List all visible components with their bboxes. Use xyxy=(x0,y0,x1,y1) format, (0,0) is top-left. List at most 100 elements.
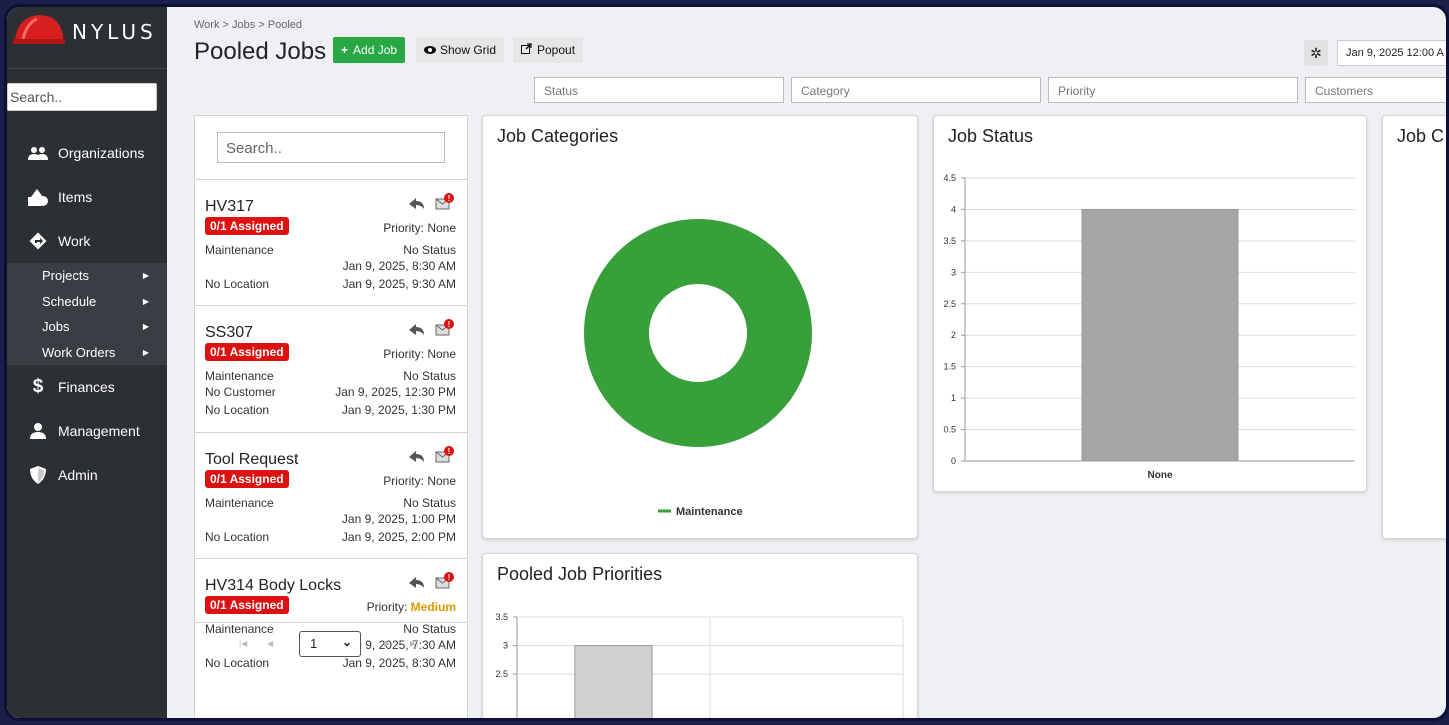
mail-notification-icon[interactable]: ! xyxy=(435,193,455,211)
reply-icon[interactable] xyxy=(409,323,425,337)
job-status: No Status xyxy=(403,369,456,383)
prev-page-icon[interactable]: ◀ xyxy=(267,639,273,648)
bar-series xyxy=(574,645,653,718)
last-page-icon[interactable]: ▶| xyxy=(410,639,418,648)
sidebar-item-label: Admin xyxy=(58,467,98,483)
caret-right-icon: ▶ xyxy=(142,347,149,357)
job-status-panel: Job Status 0 0.5 1 1.5 2 2.5 3 3.5 4 4.5 None xyxy=(933,115,1367,492)
y-tick-label: 1 xyxy=(951,393,956,403)
first-page-icon[interactable]: |◀ xyxy=(239,639,247,648)
priority-value: None xyxy=(427,347,456,361)
job-start-time: Jan 9, 2025, 8:30 AM xyxy=(342,259,456,273)
job-card[interactable]: Tool Request! 0/1 Assigned Priority: None M… xyxy=(195,432,467,559)
sidebar-item-work[interactable]: Work xyxy=(7,219,167,263)
sidebar-item-organizations[interactable]: Organizations xyxy=(7,131,167,175)
sidebar-item-management[interactable]: Management xyxy=(7,409,167,453)
sidebar: NYLUS Search.. Organizations Items Work xyxy=(7,7,167,718)
popout-button[interactable]: Popout xyxy=(513,37,584,63)
mail-notification-icon[interactable]: ! xyxy=(435,319,455,337)
priority-label: Priority: xyxy=(383,221,424,235)
job-c-panel: Job C xyxy=(1382,115,1446,539)
priority-label: Priority: xyxy=(383,347,424,361)
sidebar-item-label: Management xyxy=(58,423,140,439)
job-start-time: Jan 9, 2025, 1:00 PM xyxy=(341,512,456,526)
shapes-icon xyxy=(27,188,49,206)
page-title: Pooled Jobs xyxy=(194,38,327,65)
job-search-input[interactable]: Search.. xyxy=(217,132,445,163)
sidebar-item-label: Work xyxy=(58,233,91,249)
sidebar-subitem-work-orders[interactable]: Work Orders ▶ xyxy=(7,340,167,366)
submenu-label: Projects xyxy=(42,268,89,284)
pooled-job-priorities-panel: Pooled Job Priorities 2.5 3 3.5 xyxy=(482,553,918,718)
breadcrumb[interactable]: Work > Jobs > Pooled xyxy=(194,19,302,31)
sidebar-subitem-schedule[interactable]: Schedule ▶ xyxy=(7,289,167,315)
location-end-row: No Location Jan 9, 2025, 9:30 AM xyxy=(205,277,456,291)
page-select[interactable]: 1 ⌄ xyxy=(299,631,361,657)
show-grid-button[interactable]: Show Grid xyxy=(416,37,505,63)
priority-label: Priority: xyxy=(366,600,408,614)
next-page-icon[interactable]: ▶ xyxy=(384,639,390,648)
priority-filter[interactable]: Priority xyxy=(1048,77,1298,103)
date-picker[interactable]: Jan 9, 2025 12:00 A xyxy=(1337,40,1446,66)
reply-icon[interactable] xyxy=(409,450,425,464)
bar-none xyxy=(1081,208,1239,462)
job-end-time: Jan 9, 2025, 2:00 PM xyxy=(341,530,456,544)
panel-title: Job C xyxy=(1397,126,1445,146)
customers-filter[interactable]: Customers xyxy=(1305,77,1446,103)
customer-start-row: No Customer Jan 9, 2025, 12:30 PM xyxy=(205,385,456,399)
pagination: |◀ ◀ 1 ⌄ ▶ ▶| xyxy=(195,622,467,662)
job-title[interactable]: SS307 xyxy=(205,324,253,342)
job-title[interactable]: HV314 Body Locks xyxy=(205,577,341,595)
add-job-button[interactable]: + Add Job xyxy=(333,37,406,63)
caret-right-icon: ▶ xyxy=(142,271,149,281)
diamond-arrow-icon xyxy=(27,232,49,250)
status-filter[interactable]: Status xyxy=(534,77,784,103)
sidebar-item-label: Items xyxy=(58,189,93,205)
x-tick-label: None xyxy=(1148,470,1173,481)
dollar-icon: $ xyxy=(32,376,44,397)
job-status-chart: 0 0.5 1 1.5 2 2.5 3 3.5 4 4.5 None xyxy=(943,173,1355,481)
job-categories-chart: Maintenance xyxy=(584,219,812,518)
work-submenu: Projects ▶ Schedule ▶ Jobs ▶ Work Orders ▶ xyxy=(7,263,167,365)
sidebar-item-items[interactable]: Items xyxy=(7,175,167,219)
svg-text:!: ! xyxy=(448,573,451,582)
page-number: 1 xyxy=(310,636,318,651)
job-category: Maintenance xyxy=(205,369,274,383)
mail-notification-icon[interactable]: ! xyxy=(435,572,455,590)
mail-notification-icon[interactable]: ! xyxy=(435,446,455,464)
add-job-label: Add Job xyxy=(353,43,398,57)
y-tick-label: 2.5 xyxy=(943,299,956,309)
sidebar-item-finances[interactable]: $ Finances xyxy=(7,365,167,409)
sidebar-item-label: Finances xyxy=(58,379,115,395)
eye-icon xyxy=(424,43,436,57)
reply-icon[interactable] xyxy=(409,197,425,211)
pooled-job-priorities-chart: 2.5 3 3.5 xyxy=(495,612,904,718)
job-card[interactable]: HV317! 0/1 Assigned Priority: None Maintena… xyxy=(195,179,467,306)
y-tick-label: 3 xyxy=(503,641,508,651)
job-category: Maintenance xyxy=(205,496,274,510)
y-tick-label: 0 xyxy=(951,456,956,466)
y-tick-label: 3.5 xyxy=(495,612,508,622)
sidebar-subitem-jobs[interactable]: Jobs ▶ xyxy=(7,314,167,340)
app-name: NYLUS xyxy=(72,20,157,44)
job-card[interactable]: SS307! 0/1 Assigned Priority: None Maintena… xyxy=(195,305,467,432)
reply-icon[interactable] xyxy=(409,576,425,590)
y-tick-label: 4.5 xyxy=(943,173,956,183)
job-customer: No Customer xyxy=(205,385,276,399)
external-link-icon xyxy=(521,43,532,57)
sidebar-item-admin[interactable]: Admin xyxy=(7,453,167,497)
legend-label: Maintenance xyxy=(676,506,743,518)
settings-button[interactable]: ✲ xyxy=(1304,40,1328,66)
sidebar-subitem-projects[interactable]: Projects ▶ xyxy=(7,263,167,289)
job-list: Search.. HV317! 0/1 Assigned Priority: Non… xyxy=(194,115,468,718)
y-tick-label: 3 xyxy=(951,267,956,277)
job-category: Maintenance xyxy=(205,243,274,257)
sidebar-search-input[interactable]: Search.. xyxy=(7,83,157,111)
job-title[interactable]: HV317 xyxy=(205,198,254,216)
logo[interactable]: NYLUS xyxy=(7,7,167,69)
category-filter[interactable]: Category xyxy=(791,77,1041,103)
job-title[interactable]: Tool Request xyxy=(205,451,298,469)
sidebar-item-label: Organizations xyxy=(58,145,145,161)
job-status: No Status xyxy=(403,496,456,510)
main-content: Work > Jobs > Pooled Pooled Jobs + Add J… xyxy=(167,7,1446,718)
